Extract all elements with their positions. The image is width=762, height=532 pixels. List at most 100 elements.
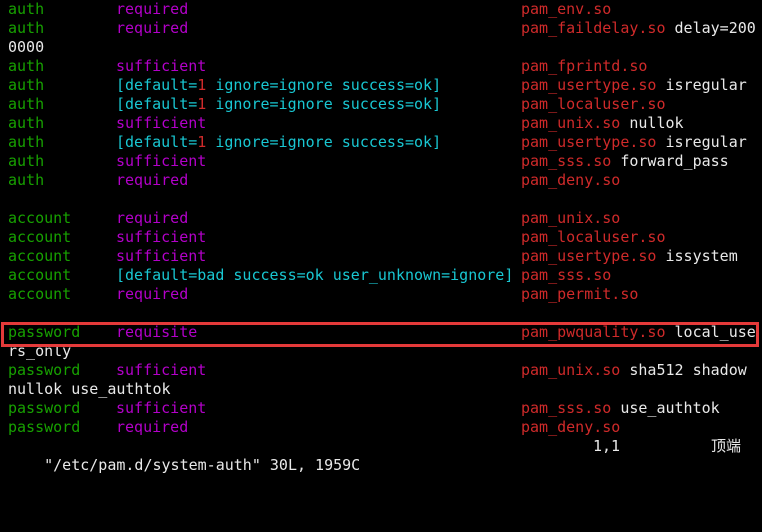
rule-module: pam_usertype.so [521,133,657,151]
rule-control: sufficient [116,152,206,171]
pam-rule-line: auth required pam_deny.so [8,171,762,190]
rule-type: account [8,228,72,246]
rule-type: account [8,209,72,227]
pam-rule-line: auth sufficient pam_sss.so forward_pass [8,152,762,171]
rule-module: pam_sss.so [521,266,612,284]
rule-module: pam_permit.so [521,285,639,303]
control-token: sufficient [116,247,207,265]
wrapped-line: nullok use_authtok [8,380,762,399]
rule-module-group: pam_usertype.so issystem [521,247,738,266]
rule-module-group: pam_unix.so [521,209,620,228]
rule-module: pam_env.so [521,0,612,18]
control-token: required [116,0,189,18]
pam-rule-line: account sufficient pam_usertype.so issyste… [8,247,762,266]
vim-status-line: "/etc/pam.d/system-auth" 30L, 1959C 1,1 … [8,437,754,474]
control-token: ignore=ignore success=ok] [206,76,442,94]
rule-args: issystem [656,247,738,265]
pam-rule-line: auth [default=1 ignore=ignore success=ok]… [8,95,762,114]
rule-type: password [8,418,81,436]
control-token: 1 [197,133,207,151]
pam-rule-line: password sufficient pam_sss.so use_authtok [8,399,762,418]
rule-module-group: pam_deny.so [521,418,620,437]
control-token: sufficient [116,361,207,379]
rule-module: pam_unix.so [521,361,621,379]
rule-module-group: pam_localuser.so [521,228,666,247]
rule-args: local_use [665,323,756,341]
rule-args: isregular [656,133,747,151]
pam-rule-line: auth sufficient pam_fprintd.so [8,57,762,76]
pam-rule-line: account sufficient pam_localuser.so [8,228,762,247]
rule-module-group: pam_sss.so [521,266,611,285]
rule-control: [default=bad success=ok user_unknown=ign… [116,266,513,285]
control-token: required [116,418,189,436]
control-token: [default= [116,76,198,94]
rule-module-group: pam_pwquality.so local_use [521,323,756,342]
rule-module: pam_usertype.so [521,247,657,265]
control-token: sufficient [116,57,207,75]
rule-type: auth [8,57,45,75]
status-scroll-indicator: 顶端 [711,437,742,455]
rule-module: pam_pwquality.so [521,323,666,341]
pam-rule-line: auth [default=1 ignore=ignore success=ok]… [8,76,762,95]
rule-module: pam_unix.so [521,209,621,227]
rule-module: pam_faildelay.so [521,19,666,37]
rule-module-group: pam_sss.so use_authtok [521,399,720,418]
rule-module-group: pam_faildelay.so delay=200 [521,19,756,38]
rule-module-group: pam_permit.so [521,285,638,304]
rule-module: pam_usertype.so [521,76,657,94]
rule-module: pam_fprintd.so [521,57,648,75]
pam-rule-line: password requisite pam_pwquality.so local_… [8,323,762,342]
rule-module-group: pam_usertype.so isregular [521,76,747,95]
pam-rule-line: password sufficient pam_unix.so sha512 sha… [8,361,762,380]
control-token: [default= [116,95,198,113]
wrapped-text: 0000 [8,38,45,56]
rule-args: isregular [656,76,747,94]
control-token: [default= [116,133,198,151]
rule-type: auth [8,95,45,113]
rule-module: pam_deny.so [521,418,621,436]
rule-control: sufficient [116,57,206,76]
control-token: required [116,171,189,189]
rule-control: sufficient [116,361,206,380]
rule-control: [default=1 ignore=ignore success=ok] [116,95,441,114]
rule-args: forward_pass [611,152,729,170]
rule-control: [default=1 ignore=ignore success=ok] [116,133,441,152]
rule-module-group: pam_localuser.so [521,95,666,114]
control-token: 1 [197,76,207,94]
control-token: [default=bad success=ok user_unknown=ign… [116,266,514,284]
rule-module-group: pam_env.so [521,0,611,19]
rule-control: required [116,418,188,437]
file-content[interactable]: auth required pam_env.so auth required pam_fa… [0,0,762,437]
rule-control: requisite [116,323,197,342]
rule-type: auth [8,133,45,151]
rule-control: sufficient [116,228,206,247]
terminal-editor[interactable]: auth required pam_env.so auth required pam_fa… [0,0,762,474]
control-token: required [116,19,189,37]
pam-rule-line: auth [default=1 ignore=ignore success=ok]… [8,133,762,152]
rule-control: required [116,0,188,19]
rule-module: pam_localuser.so [521,95,666,113]
control-token: required [116,209,189,227]
rule-control: sufficient [116,399,206,418]
pam-rule-line: password required pam_deny.so [8,418,762,437]
rule-control: sufficient [116,114,206,133]
rule-type: password [8,361,81,379]
rule-type: password [8,323,81,341]
rule-module: pam_sss.so [521,399,612,417]
rule-module: pam_deny.so [521,171,621,189]
rule-module-group: pam_sss.so forward_pass [521,152,729,171]
control-token: sufficient [116,228,207,246]
rule-type: auth [8,114,45,132]
rule-control: [default=1 ignore=ignore success=ok] [116,76,441,95]
rule-type: auth [8,0,45,18]
rule-module-group: pam_unix.so sha512 shadow [521,361,747,380]
wrapped-line: rs_only [8,342,762,361]
rule-type: auth [8,152,45,170]
rule-type: auth [8,76,45,94]
control-token: sufficient [116,114,207,132]
rule-control: required [116,285,188,304]
control-token: required [116,285,189,303]
control-token: requisite [116,323,198,341]
pam-rule-line: auth sufficient pam_unix.so nullok [8,114,762,133]
